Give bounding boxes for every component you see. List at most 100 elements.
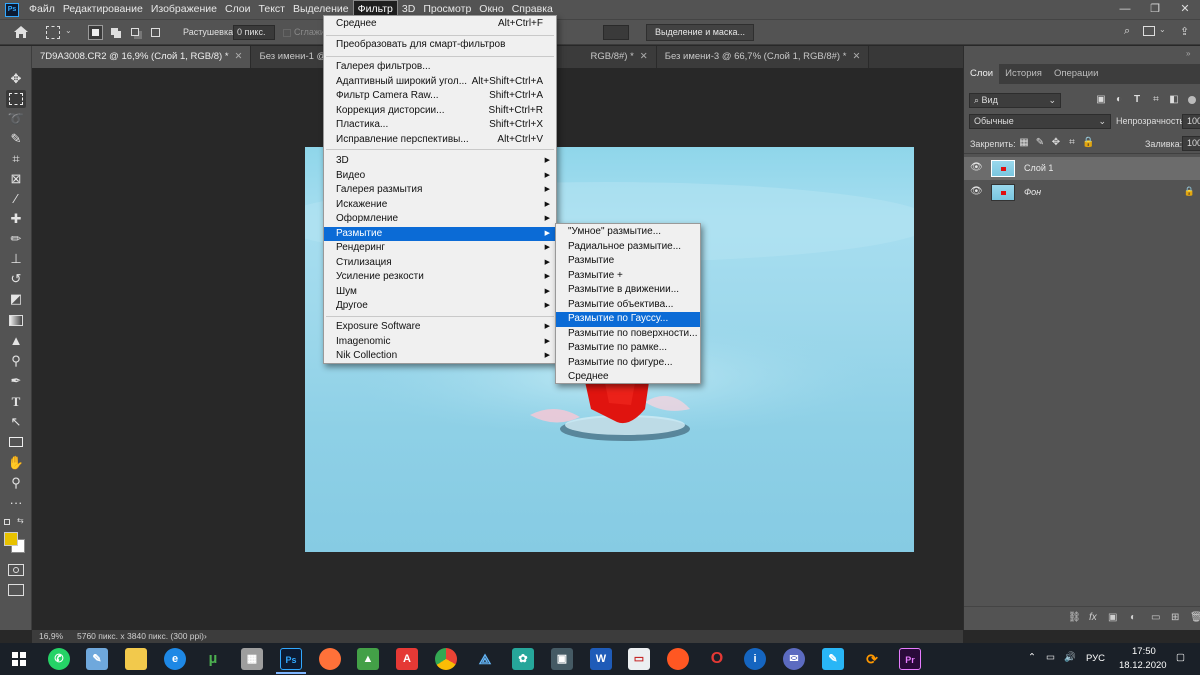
eyedropper-tool-icon[interactable]: ⁄ [6,190,26,208]
menu-item-average[interactable]: Среднее [556,370,700,385]
hand-tool-icon[interactable]: ✋ [6,454,26,472]
layer-row[interactable]: 👁 Фон 🔒 [964,181,1200,204]
whatsapp-icon[interactable]: ✆ [48,648,70,670]
height-field[interactable] [603,25,629,40]
slides-icon[interactable]: ▭ [628,648,650,670]
layer-name[interactable]: Фон [1024,187,1041,197]
crop-tool-icon[interactable]: ⌗ [6,150,26,168]
menu-item-adaptive-wide-angle[interactable]: Адаптивный широкий угол... Alt+Shift+Ctrl… [324,75,556,90]
edge-icon[interactable]: e [164,648,186,670]
filter-shape-icon[interactable]: ⌗ [1150,94,1162,106]
chevron-down-icon[interactable]: ⌄ [65,26,72,35]
panel-collapse-icon[interactable]: » [1186,49,1190,58]
eraser-tool-icon[interactable]: ◩ [6,290,26,308]
feather-input[interactable]: 0 пикс. [233,25,275,40]
link-layers-icon[interactable]: ⛓ [1068,612,1081,623]
layer-filter-select[interactable]: ⌕ Вид ⌄ [969,93,1061,108]
pen-tool-icon[interactable]: ✒ [6,372,26,390]
filter-adjust-icon[interactable]: ◐ [1113,94,1125,106]
tab-document-4[interactable]: Без имени-3 @ 66,7% (Слой 1, RGB/8#) * ✕ [656,46,870,68]
tab-document-1[interactable]: 7D9A3008.CR2 @ 16,9% (Слой 1, RGB/8) * ✕ [32,46,252,68]
menu-item-vanishing-point[interactable]: Исправление перспективы... Alt+Ctrl+V [324,133,556,148]
menu-item-lens-correction[interactable]: Коррекция дисторсии... Shift+Ctrl+R [324,104,556,119]
language-indicator[interactable]: РУС [1086,653,1105,664]
menu-item-imagenomic[interactable]: Imagenomic ▶ [324,335,556,350]
menu-item-last-filter[interactable]: Среднее Alt+Ctrl+F [324,17,556,32]
layer-row[interactable]: 👁 Слой 1 [964,157,1200,180]
add-selection-icon[interactable] [108,25,123,40]
add-mask-icon[interactable]: ▣ [1108,612,1117,623]
menu-item-noise[interactable]: Шум ▶ [324,285,556,300]
lock-artboard-icon[interactable]: ⌗ [1066,137,1078,149]
firefox-icon[interactable] [319,648,341,670]
filter-smart-icon[interactable]: ◧ [1168,94,1180,106]
new-selection-icon[interactable] [88,25,103,40]
menu-image[interactable]: Изображение [147,0,221,19]
menu-text[interactable]: Текст [255,0,289,19]
menu-item-surface-blur[interactable]: Размытие по поверхности... [556,327,700,342]
windows-start-icon[interactable] [12,652,26,666]
clock-time[interactable]: 17:50 [1132,646,1156,657]
menu-item-motion-blur[interactable]: Размытие в движении... [556,283,700,298]
search-icon[interactable]: ⌕ [1124,25,1130,38]
menu-item-exposure-software[interactable]: Exposure Software ▶ [324,320,556,335]
zoom-tool-icon[interactable]: ⚲ [6,474,26,492]
rectangle-tool-icon[interactable] [6,433,26,451]
type-tool-icon[interactable]: T [6,393,26,411]
volume-icon[interactable]: 🔊 [1064,652,1076,663]
share-icon[interactable]: ⇪ [1180,25,1189,38]
marquee-preset-icon[interactable] [46,26,60,39]
frame-tool-icon[interactable]: ⊠ [6,170,26,188]
utorrent-icon[interactable]: µ [202,648,224,670]
paint-icon[interactable]: ✿ [512,648,534,670]
image-viewer-icon[interactable]: ▲ [357,648,379,670]
lock-pixels-icon[interactable]: ▦ [1018,137,1030,149]
notifications-icon[interactable]: ▢ [1176,652,1185,663]
menu-item-blur-more[interactable]: Размытие + [556,269,700,284]
dodge-tool-icon[interactable]: ⚲ [6,352,26,370]
close-icon[interactable]: ✕ [1170,0,1200,19]
close-icon[interactable]: ✕ [235,51,243,62]
tab-history[interactable]: История [999,64,1048,84]
new-group-icon[interactable]: ▭ [1151,612,1160,623]
acrobat-icon[interactable]: A [396,648,418,670]
chevron-right-icon[interactable]: › [204,631,207,641]
menu-item-stylize[interactable]: Стилизация ▶ [324,256,556,271]
menu-item-sharpen[interactable]: Усиление резкости ▶ [324,270,556,285]
visibility-eye-icon[interactable]: 👁 [970,162,983,173]
menu-item-camera-raw[interactable]: Фильтр Camera Raw... Shift+Ctrl+A [324,89,556,104]
opera-icon[interactable]: O [706,648,728,670]
swap-colors-icon[interactable]: ⇆ [17,516,24,525]
filter-type-icon[interactable]: T [1131,94,1143,106]
delete-layer-icon[interactable]: 🗑 [1190,612,1200,623]
menu-item-other[interactable]: Другое ▶ [324,299,556,314]
default-colors-icon[interactable] [4,519,10,525]
visibility-eye-icon[interactable]: 👁 [970,186,983,197]
antialias-checkbox[interactable] [283,29,291,37]
menu-item-liquify[interactable]: Пластика... Shift+Ctrl+X [324,118,556,133]
workspace-icon[interactable] [1143,26,1155,36]
menu-item-render-style[interactable]: Оформление ▶ [324,212,556,227]
menu-item-nik-collection[interactable]: Nik Collection ▶ [324,349,556,364]
menu-item-radial-blur[interactable]: Радиальное размытие... [556,240,700,255]
chat-icon[interactable]: ✉ [783,648,805,670]
marquee-tool-icon[interactable] [6,90,26,108]
layer-name[interactable]: Слой 1 [1024,163,1053,173]
menu-item-blur[interactable]: Размытие ▶ [324,226,556,241]
path-select-tool-icon[interactable]: ↖ [6,413,26,431]
notes-icon[interactable]: ✎ [86,648,108,670]
photoshop-logo-icon[interactable]: Ps [5,2,19,17]
menu-item-gaussian-blur[interactable]: Размытие по Гауссу... [556,312,700,327]
calculator-icon[interactable]: ▦ [241,648,263,670]
menu-item-smart-filters[interactable]: Преобразовать для смарт-фильтров [324,38,556,53]
fx-icon[interactable]: fx [1089,612,1097,623]
app-arrow-icon[interactable]: ⟳ [861,648,883,670]
menu-item-video[interactable]: Видео ▶ [324,169,556,184]
menu-item-blur-gallery[interactable]: Галерея размытия ▶ [324,183,556,198]
tab-layers[interactable]: Слои [964,64,1000,84]
word-icon[interactable]: W [590,648,612,670]
gradient-tool-icon[interactable] [6,312,26,330]
healing-tool-icon[interactable]: ✚ [6,210,26,228]
blur-tool-icon[interactable]: ▲ [6,332,26,350]
network-icon[interactable]: ⟁ [474,648,496,670]
